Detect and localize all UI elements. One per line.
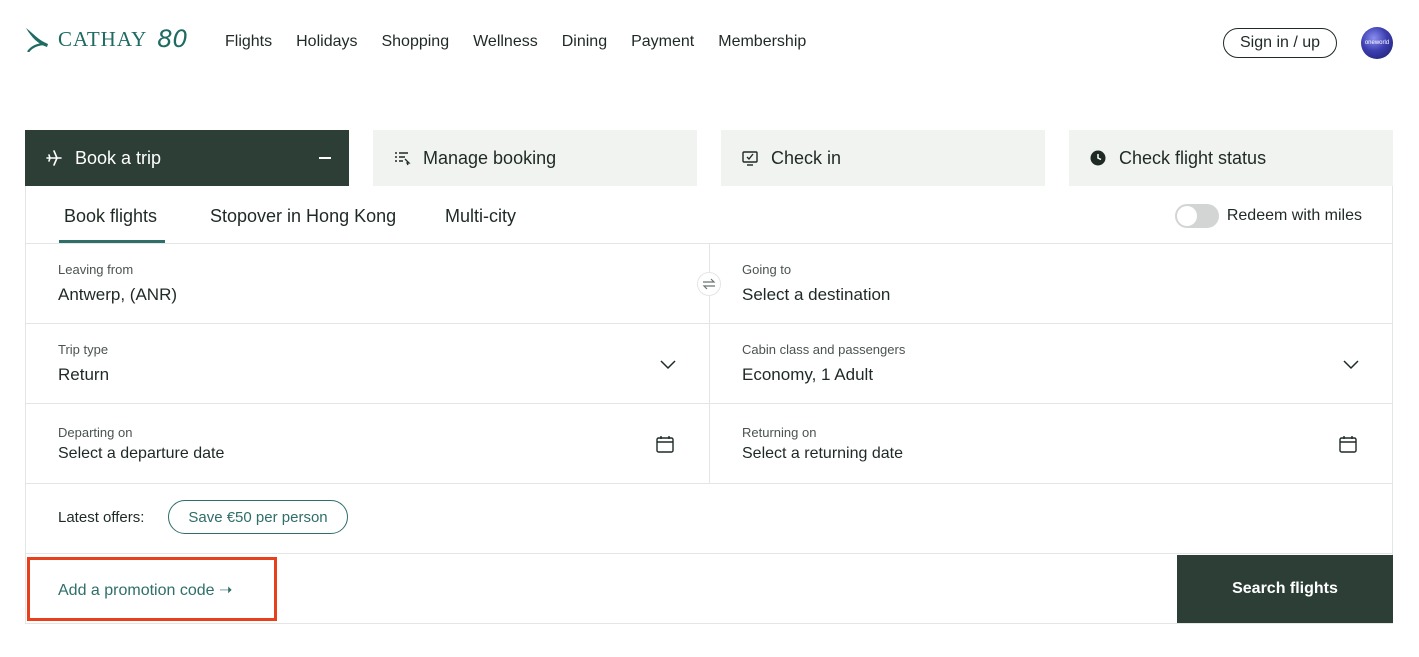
collapse-icon[interactable]: [319, 157, 331, 159]
returning-value: Select a returning date: [742, 445, 903, 462]
subtab-multi-city[interactable]: Multi-city: [445, 206, 516, 227]
tab-book-a-trip[interactable]: Book a trip: [25, 130, 349, 186]
search-flights-button[interactable]: Search flights: [1177, 555, 1393, 623]
offers-label: Latest offers:: [58, 509, 145, 526]
tab-check-in[interactable]: Check in: [721, 130, 1045, 186]
tab-label: Book a trip: [75, 147, 162, 168]
leaving-from-value: Antwerp, (ANR): [58, 285, 178, 304]
list-icon: [393, 149, 411, 167]
tab-label: Check flight status: [1119, 147, 1267, 168]
returning-label: Returning on: [742, 425, 817, 440]
logo-wordmark: CATHAY: [58, 26, 148, 51]
latest-offers: Latest offers: Save €50 per person: [26, 484, 1392, 554]
sub-tabs: Book flights Stopover in Hong Kong Multi…: [26, 186, 1392, 244]
add-promotion-code-link[interactable]: Add a promotion code ➝: [58, 580, 232, 600]
plane-icon: [45, 149, 63, 167]
chevron-down-icon: [660, 360, 676, 370]
check-screen-icon: [741, 149, 759, 167]
nav-holidays[interactable]: Holidays: [296, 33, 357, 51]
subtab-book-flights[interactable]: Book flights: [64, 206, 157, 227]
route-row: Leaving from Antwerp, (ANR) Going to Sel…: [26, 244, 1392, 324]
toggle-knob: [1176, 206, 1197, 226]
leaving-from-field[interactable]: Leaving from Antwerp, (ANR): [26, 244, 709, 324]
cabin-label: Cabin class and passengers: [742, 342, 906, 357]
nav-shopping[interactable]: Shopping: [381, 33, 449, 51]
redeem-label: Redeem with miles: [1226, 207, 1362, 224]
clock-icon: [1089, 149, 1107, 167]
cathay-logo[interactable]: CATHAY 80: [24, 24, 188, 54]
subtab-stopover-hong-kong[interactable]: Stopover in Hong Kong: [210, 206, 396, 227]
tab-manage-booking[interactable]: Manage booking: [373, 130, 697, 186]
cabin-passengers-select[interactable]: Cabin class and passengers Economy, 1 Ad…: [709, 324, 1392, 404]
departing-date-field[interactable]: Departing on Select a departure date: [26, 404, 709, 484]
oneworld-badge[interactable]: oneworld: [1361, 27, 1393, 59]
going-to-label: Going to: [742, 262, 792, 277]
trip-type-select[interactable]: Trip type Return: [26, 324, 709, 404]
offer-pill[interactable]: Save €50 per person: [168, 500, 348, 534]
going-to-value: Select a destination: [742, 285, 891, 304]
cabin-value: Economy, 1 Adult: [742, 365, 874, 384]
dates-row: Departing on Select a departure date Ret…: [26, 404, 1392, 484]
tab-label: Manage booking: [423, 147, 557, 168]
redeem-miles-toggle[interactable]: Redeem with miles: [1174, 204, 1362, 228]
swap-icon[interactable]: [697, 272, 721, 296]
nav-wellness[interactable]: Wellness: [473, 33, 538, 51]
trip-type-label: Trip type: [58, 342, 109, 357]
logo-80-badge: 80: [157, 25, 188, 53]
main-nav: Flights Holidays Shopping Wellness Dinin…: [225, 33, 830, 51]
nav-dining[interactable]: Dining: [562, 33, 607, 51]
departing-value: Select a departure date: [58, 445, 225, 462]
trip-type-value: Return: [58, 365, 110, 384]
nav-payment[interactable]: Payment: [631, 33, 694, 51]
nav-flights[interactable]: Flights: [225, 33, 272, 51]
nav-membership[interactable]: Membership: [718, 33, 806, 51]
returning-date-field[interactable]: Returning on Select a returning date: [709, 404, 1392, 484]
going-to-field[interactable]: Going to Select a destination: [709, 244, 1392, 324]
toggle-switch[interactable]: [1174, 204, 1219, 228]
active-tab-indicator: [59, 240, 165, 243]
calendar-icon: [1339, 436, 1357, 453]
calendar-icon: [656, 436, 674, 453]
booking-panel: Book flights Stopover in Hong Kong Multi…: [25, 186, 1393, 624]
tab-label: Check in: [771, 147, 842, 168]
oneworld-label: oneworld: [1364, 40, 1390, 46]
sign-in-button[interactable]: Sign in / up: [1223, 28, 1337, 58]
leaving-from-label: Leaving from: [58, 262, 134, 277]
cathay-brushwing-icon: [26, 28, 48, 52]
site-header: CATHAY 80 Flights Holidays Shopping Well…: [0, 0, 1419, 88]
chevron-down-icon: [1343, 360, 1359, 370]
tab-check-flight-status[interactable]: Check flight status: [1069, 130, 1393, 186]
departing-label: Departing on: [58, 425, 133, 440]
trip-options-row: Trip type Return Cabin class and passeng…: [26, 324, 1392, 404]
